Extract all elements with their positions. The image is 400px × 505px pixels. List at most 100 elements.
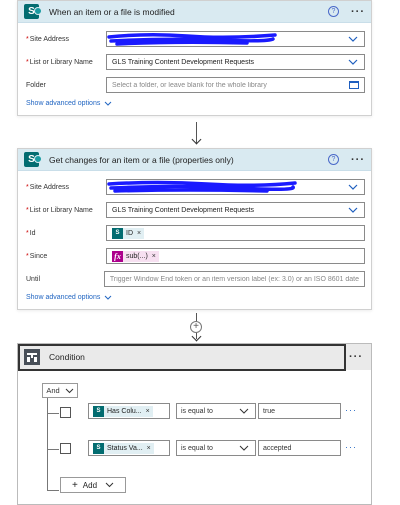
until-field[interactable]: Trigger Window End token or an item vers… <box>103 271 365 287</box>
sharepoint-icon-letter: S <box>28 154 35 165</box>
chevron-down-icon[interactable] <box>348 205 358 215</box>
more-options-icon[interactable]: ··· <box>351 154 365 166</box>
help-icon[interactable]: ? <box>328 6 339 17</box>
chevron-down-icon <box>239 445 249 451</box>
folder-label: Folder <box>26 81 46 89</box>
trigger-card-title: When an item or a file is modified <box>49 6 175 17</box>
chevron-down-icon <box>104 295 112 300</box>
id-label: *Id <box>26 229 36 237</box>
folder-row: Folder Select a folder, or leave blank f… <box>24 74 365 96</box>
since-token[interactable]: fx sub(...) × <box>112 250 159 262</box>
chevron-down-icon[interactable] <box>348 57 358 67</box>
since-token-label: sub(...) <box>126 252 148 260</box>
list-name-row: *List or Library Name GLS Training Conte… <box>24 199 365 221</box>
show-advanced-options-label: Show advanced options <box>26 294 101 301</box>
folder-icon[interactable] <box>349 81 359 89</box>
sharepoint-icon: S <box>93 442 104 454</box>
sharepoint-icon: S <box>93 405 104 417</box>
list-name-value: GLS Training Content Development Request… <box>112 58 255 66</box>
get-changes-card: S Get changes for an item or a file (pro… <box>17 148 372 310</box>
condition-icon <box>24 349 40 365</box>
sharepoint-icon: S <box>24 152 42 167</box>
list-name-field[interactable]: GLS Training Content Development Request… <box>106 202 365 218</box>
site-address-field[interactable] <box>106 31 365 47</box>
chevron-down-icon[interactable] <box>348 34 358 44</box>
until-label: Until <box>26 275 41 283</box>
id-row: *Id S ID × <box>24 222 365 244</box>
group-tree-branch <box>47 490 59 491</box>
list-name-label: *List or Library Name <box>26 206 93 214</box>
chevron-down-icon[interactable] <box>348 182 358 192</box>
site-address-label: *Site Address <box>26 35 70 43</box>
condition-right-value: accepted <box>263 444 292 452</box>
row-checkbox[interactable] <box>60 443 71 454</box>
since-row: *Since fx sub(...) × <box>24 245 365 267</box>
condition-left-operand[interactable]: S Status Va... × <box>88 440 170 456</box>
and-operator-label: And <box>46 386 60 395</box>
site-address-label: *Site Address <box>26 183 70 191</box>
list-name-label: *List or Library Name <box>26 58 93 66</box>
close-icon[interactable]: × <box>146 408 150 415</box>
trigger-card-header[interactable]: S When an item or a file is modified ? ·… <box>18 1 371 23</box>
group-tree-branch <box>47 449 59 450</box>
trigger-card: S When an item or a file is modified ? ·… <box>17 0 372 116</box>
arrow-down-icon <box>191 331 202 342</box>
until-row: Until Trigger Window End token or an ite… <box>24 268 365 290</box>
sharepoint-icon-letter: S <box>28 6 35 17</box>
site-address-row: *Site Address <box>24 176 365 198</box>
folder-placeholder: Select a folder, or leave blank for the … <box>112 81 267 89</box>
chevron-down-icon <box>65 388 74 393</box>
condition-right-operand[interactable]: accepted <box>258 440 341 456</box>
redaction-scribble <box>107 32 277 46</box>
arrow-down-icon <box>191 134 202 145</box>
get-changes-card-header[interactable]: S Get changes for an item or a file (pro… <box>18 149 371 171</box>
since-field[interactable]: fx sub(...) × <box>106 248 365 264</box>
status-value-token-label: Status Va... <box>107 444 143 452</box>
has-column-token-label: Has Colu... <box>107 407 142 415</box>
condition-right-value: true <box>263 407 276 415</box>
condition-card-header[interactable]: Condition ··· <box>18 344 371 370</box>
add-condition-button[interactable]: + Add <box>60 477 126 493</box>
and-operator-dropdown[interactable]: And <box>42 383 78 398</box>
has-column-token[interactable]: S Has Colu... × <box>93 405 153 417</box>
folder-field[interactable]: Select a folder, or leave blank for the … <box>106 77 365 93</box>
help-icon[interactable]: ? <box>328 154 339 165</box>
chevron-down-icon <box>239 408 249 414</box>
list-name-field[interactable]: GLS Training Content Development Request… <box>106 54 365 70</box>
condition-left-operand[interactable]: S Has Colu... × <box>88 403 170 419</box>
group-tree-line <box>47 398 48 491</box>
site-address-row: *Site Address <box>24 28 365 50</box>
close-icon[interactable]: × <box>152 253 156 260</box>
status-value-token[interactable]: S Status Va... × <box>93 442 154 454</box>
redaction-scribble <box>107 180 297 193</box>
condition-operator-dropdown[interactable]: is equal to <box>176 440 256 456</box>
more-options-icon[interactable]: ··· <box>349 351 363 363</box>
id-token-label: ID <box>126 229 133 237</box>
row-more-options-icon[interactable]: ··· <box>345 442 357 452</box>
condition-right-operand[interactable]: true <box>258 403 341 419</box>
condition-operator-label: is equal to <box>181 444 213 452</box>
chevron-down-icon <box>105 482 114 488</box>
fx-icon: fx <box>112 250 123 262</box>
close-icon[interactable]: × <box>147 445 151 452</box>
row-more-options-icon[interactable]: ··· <box>345 405 357 415</box>
get-changes-card-title: Get changes for an item or a file (prope… <box>49 154 234 165</box>
row-checkbox[interactable] <box>60 407 71 418</box>
site-address-field[interactable] <box>106 179 365 195</box>
until-placeholder: Trigger Window End token or an item vers… <box>109 275 359 283</box>
group-tree-branch <box>47 413 59 414</box>
condition-operator-label: is equal to <box>181 407 213 415</box>
list-name-row: *List or Library Name GLS Training Conte… <box>24 51 365 73</box>
condition-operator-dropdown[interactable]: is equal to <box>176 403 256 419</box>
sharepoint-icon: S <box>24 4 42 19</box>
show-advanced-options-label: Show advanced options <box>26 100 101 107</box>
id-token[interactable]: S ID × <box>112 227 145 239</box>
condition-title: Condition <box>49 352 85 362</box>
close-icon[interactable]: × <box>137 230 141 237</box>
chevron-down-icon <box>104 101 112 106</box>
show-advanced-options-link[interactable]: Show advanced options <box>26 294 365 301</box>
show-advanced-options-link[interactable]: Show advanced options <box>26 100 365 107</box>
id-field[interactable]: S ID × <box>106 225 365 241</box>
more-options-icon[interactable]: ··· <box>351 6 365 18</box>
sharepoint-icon: S <box>112 227 123 239</box>
